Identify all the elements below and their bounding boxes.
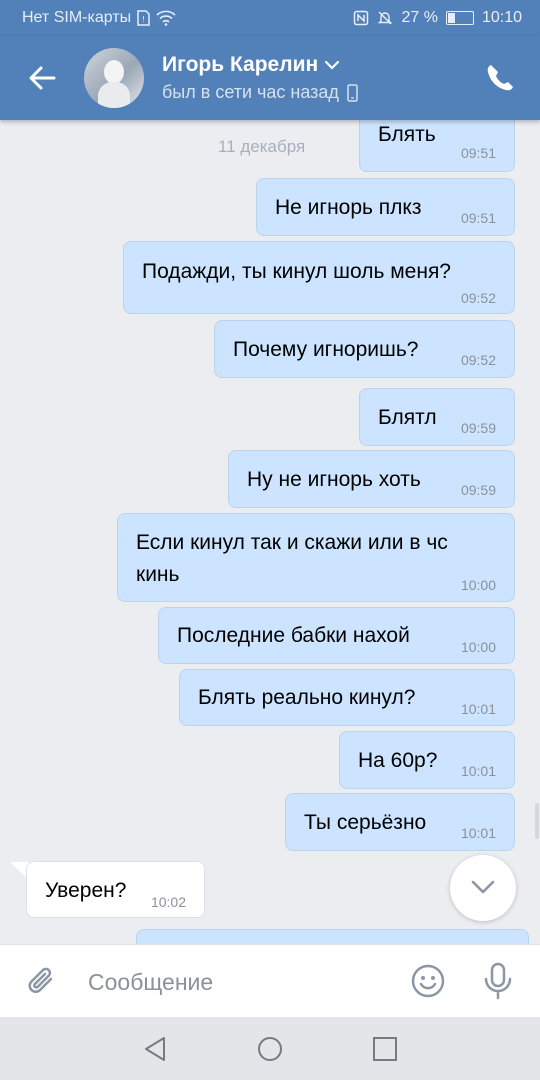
chevron-down-icon	[325, 60, 340, 70]
system-nav-bar	[0, 1016, 540, 1080]
message-text: Блятл	[378, 406, 437, 429]
message-composer	[0, 944, 540, 1017]
message-bubble-outgoing[interactable]: Не игнорь плкз 09:51	[256, 178, 515, 236]
message-text: Не игнорь плкз	[275, 196, 422, 219]
scrollbar[interactable]	[535, 803, 539, 839]
microphone-icon[interactable]	[480, 961, 516, 1001]
battery-icon	[445, 11, 474, 25]
scroll-down-icon	[471, 880, 495, 894]
attach-icon[interactable]	[24, 963, 60, 999]
message-bubble-outgoing[interactable]: Последние бабки нахой 10:00	[158, 607, 515, 664]
message-text: Если кинул так и скажи или в чс	[136, 531, 448, 554]
phone-icon[interactable]	[482, 60, 518, 96]
message-time: 09:51	[460, 145, 496, 161]
sim-icon: !	[137, 10, 150, 26]
message-time: 10:01	[460, 763, 496, 779]
date-separator: 11 декабря	[218, 137, 306, 156]
message-time: 09:52	[460, 352, 496, 368]
message-text: Подажди, ты кинул шоль меня?	[142, 260, 451, 283]
message-bubble-incoming[interactable]: Уверен? 10:02	[26, 861, 205, 918]
chat-header: Игорь Карелин был в сети час назад	[0, 36, 540, 120]
nav-recent-icon[interactable]	[370, 1034, 400, 1064]
avatar-body	[98, 82, 130, 108]
message-text: Уверен?	[45, 879, 127, 902]
message-bubble-outgoing[interactable]: Почему игноришь? 09:52	[214, 320, 515, 378]
scroll-down-button[interactable]	[450, 855, 516, 921]
message-bubble-outgoing[interactable]: На 60р? 10:01	[339, 731, 515, 789]
status-bar: Нет SIM-карты ! 27 % 10:10	[0, 0, 540, 36]
message-time: 10:01	[460, 701, 496, 717]
avatar-head	[104, 60, 124, 84]
status-left: Нет SIM-карты !	[22, 9, 176, 27]
message-time: 10:00	[460, 577, 496, 593]
message-text-line2: кинь	[136, 563, 180, 586]
contact-status: был в сети час назад	[162, 82, 339, 102]
contact-name-row[interactable]: Игорь Карелин	[162, 53, 340, 77]
message-text: На 60р?	[358, 749, 438, 772]
message-bubble-outgoing[interactable]: Ты серьёзно 10:01	[285, 793, 515, 851]
nav-home-icon[interactable]	[255, 1034, 285, 1064]
back-arrow-icon[interactable]	[24, 60, 60, 96]
contact-name: Игорь Карелин	[162, 53, 319, 76]
message-time: 10:00	[460, 639, 496, 655]
emoji-icon[interactable]	[410, 963, 446, 999]
message-bubble-outgoing[interactable]: Ну не игнорь хоть 09:59	[228, 450, 515, 508]
carrier-label: Нет SIM-карты	[22, 9, 132, 26]
message-input[interactable]	[86, 964, 390, 1000]
message-bubble-outgoing[interactable]: Подажди, ты кинул шоль меня? 09:52	[123, 241, 515, 314]
mobile-icon	[347, 83, 358, 102]
message-text: Ты серьёзно	[304, 811, 427, 834]
message-time: 10:02	[150, 894, 186, 910]
battery-percent: 27 %	[401, 9, 438, 26]
wifi-icon	[156, 10, 176, 26]
nfc-icon	[354, 10, 369, 26]
avatar[interactable]	[84, 48, 144, 108]
message-time: 10:01	[460, 825, 496, 841]
contact-status-row: был в сети час назад	[162, 82, 358, 103]
message-time: 09:59	[460, 420, 496, 436]
message-time: 09:51	[460, 210, 496, 226]
message-time: 09:59	[460, 482, 496, 498]
message-bubble-outgoing-partial[interactable]	[136, 929, 529, 944]
message-time: 09:52	[460, 290, 496, 306]
message-bubble-outgoing[interactable]: Блять реально кинул? 10:01	[179, 669, 515, 726]
svg-text:!: !	[142, 15, 145, 24]
battery-fill	[447, 13, 455, 23]
message-text: Последние бабки нахой	[177, 624, 410, 647]
message-text: Блять	[378, 123, 436, 146]
message-text: Ну не игнорь хоть	[247, 468, 421, 491]
message-list[interactable]: 11 декабря Блять 09:51 Не игнорь плкз 09…	[0, 120, 540, 944]
message-bubble-outgoing[interactable]: Блятл 09:59	[359, 388, 515, 446]
clock: 10:10	[481, 9, 522, 26]
message-text: Блять реально кинул?	[198, 686, 416, 709]
message-bubble-outgoing[interactable]: Если кинул так и скажи или в чс кинь 10:…	[117, 513, 515, 602]
nav-back-icon[interactable]	[140, 1034, 170, 1064]
status-right: 27 % 10:10	[353, 9, 522, 27]
message-text: Почему игноришь?	[233, 338, 419, 361]
message-bubble-outgoing[interactable]: Блять 09:51	[359, 120, 515, 172]
mute-bell-icon	[378, 11, 393, 25]
